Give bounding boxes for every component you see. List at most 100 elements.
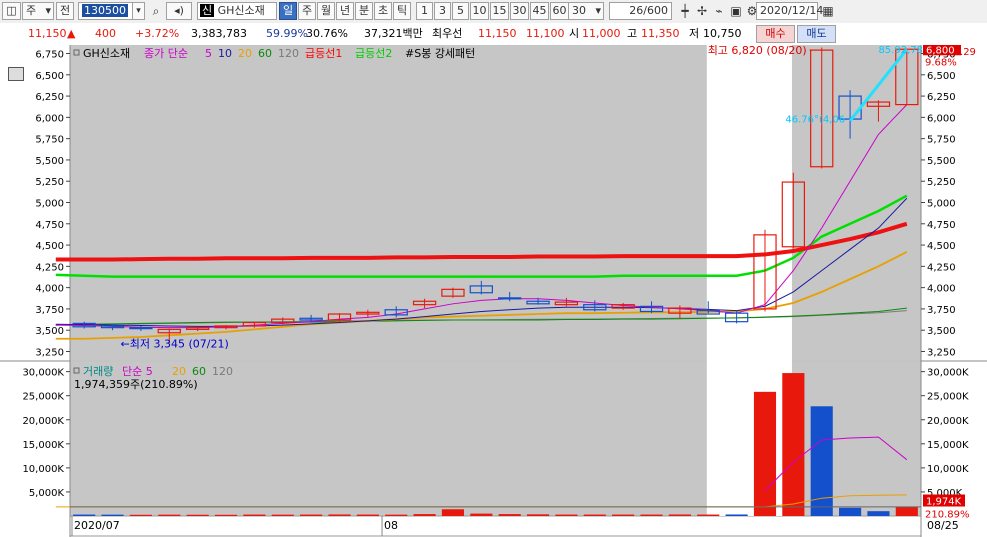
- prev-button[interactable]: 전: [56, 2, 74, 20]
- volume-bar-6: [243, 514, 266, 516]
- volume-bar-13: [441, 509, 465, 516]
- date-input[interactable]: 2020/12/14: [756, 2, 823, 20]
- volume-bar-18: [583, 514, 606, 516]
- chart-list-icon[interactable]: [8, 67, 24, 81]
- interval-button-0[interactable]: 1: [416, 2, 433, 20]
- price-tick-label-right-1: 6,500: [927, 71, 956, 82]
- sell-button[interactable]: 매도: [797, 25, 836, 43]
- price-tick-label-left-14: 3,250: [35, 347, 64, 358]
- price-tick-label-right-9: 4,500: [927, 241, 956, 252]
- price-legend-6: 120: [278, 47, 299, 60]
- price-legend-7: 급등선1: [305, 47, 342, 60]
- vol-legend-4: 120: [212, 365, 233, 378]
- price-badge-text: 6,800: [926, 45, 955, 56]
- chevron-down-icon: ▾: [45, 4, 51, 17]
- interval-button-6[interactable]: 45: [530, 2, 549, 20]
- volume-bar-2: [129, 514, 152, 516]
- vol-tick-label-left-5: 5,000K: [29, 488, 65, 499]
- volume-bar-8: [300, 514, 323, 516]
- price-tick-label-right-6: 5,250: [927, 177, 956, 188]
- interval-selector[interactable]: 30 ▾: [568, 2, 604, 20]
- interval-button-3[interactable]: 10: [470, 2, 489, 20]
- search-icon[interactable]: ⌕: [148, 3, 164, 19]
- price-tick-label-right-8: 4,750: [927, 220, 956, 231]
- vol-legend-3: 60: [192, 365, 206, 378]
- interval-button-1[interactable]: 3: [434, 2, 451, 20]
- period-tab-1[interactable]: 주: [298, 2, 316, 20]
- price-legend-3: 10: [218, 47, 232, 60]
- price-tick-label-left-5: 5,500: [35, 156, 64, 167]
- chart-add-icon[interactable]: ⌁: [711, 3, 727, 19]
- volume-bar-28: [867, 511, 890, 516]
- candle-body-15: [498, 297, 522, 300]
- period-tab-0[interactable]: 일: [279, 2, 297, 20]
- window-icon[interactable]: ◫: [2, 2, 21, 20]
- calendar-icon[interactable]: ▦: [820, 3, 836, 19]
- settings-gear-icon[interactable]: ✢: [694, 3, 710, 19]
- x-axis-strip: [69, 515, 922, 537]
- price-tick-label-left-1: 6,500: [35, 71, 64, 82]
- price-pct-label: 9.68%: [925, 57, 957, 68]
- period-tab-4[interactable]: 분: [355, 2, 373, 20]
- change-pct: +3.72%: [135, 27, 180, 40]
- volume-bar-23: [725, 514, 748, 516]
- volume-bar-16: [526, 514, 550, 516]
- vol-tick-label-left-3: 15,000K: [22, 440, 64, 451]
- price-tick-label-right-7: 5,000: [927, 199, 956, 210]
- period-selector[interactable]: 주 ▾: [22, 2, 54, 20]
- vol-tick-label-left-2: 20,000K: [22, 416, 64, 427]
- count-input[interactable]: 26/600: [609, 2, 672, 20]
- vol-tick-label-left-4: 10,000K: [22, 464, 64, 475]
- volume-bar-5: [214, 514, 238, 516]
- interval-button-5[interactable]: 30: [510, 2, 529, 20]
- angle-annotation: 46.76°(4,06: [785, 114, 845, 125]
- sound-icon[interactable]: ◂): [166, 2, 192, 20]
- volume-bar-0: [73, 514, 96, 516]
- ratio1-value: 59.99%: [266, 27, 308, 40]
- vol-legend-1: 단순 5: [122, 365, 153, 378]
- candle-type-icon[interactable]: ┿: [677, 3, 693, 19]
- low-annotation: ←최저 3,345 (07/21): [121, 337, 229, 350]
- vol-tick-label-right-1: 25,000K: [927, 392, 969, 403]
- candle-body-2: [129, 327, 153, 330]
- top-toolbar: ◫ 주▾ 전 130500 ▾ ⌕ ◂) ⋮ 신 GH신소재 일주월년분초틱 1…: [0, 0, 987, 24]
- save-icon[interactable]: ▣: [728, 3, 744, 19]
- best-bid: 11,100: [526, 27, 565, 40]
- price-tick-label-left-8: 4,750: [35, 220, 64, 231]
- volume-bar-24: [753, 391, 777, 516]
- period-tab-6[interactable]: 틱: [393, 2, 411, 20]
- volume-bar-17: [555, 514, 578, 516]
- volume-bar-25: [782, 373, 805, 516]
- volume-bar-11: [385, 514, 408, 516]
- change-arrow: ▲: [67, 27, 76, 40]
- period-tab-5[interactable]: 초: [374, 2, 392, 20]
- vol-legend-0: 거래량: [83, 365, 113, 378]
- vol-tick-label-right-3: 15,000K: [927, 440, 969, 451]
- stock-name-field[interactable]: 신 GH신소재: [197, 2, 277, 20]
- code-dropdown[interactable]: ▾: [132, 2, 145, 20]
- price-tick-label-left-10: 4,250: [35, 262, 64, 273]
- period-tab-3[interactable]: 년: [336, 2, 354, 20]
- price-tick-label-left-6: 5,250: [35, 177, 64, 188]
- vol-tick-label-right-0: 30,000K: [927, 368, 969, 379]
- vol-tick-label-left-1: 25,000K: [22, 392, 64, 403]
- low-value: 10,750: [703, 27, 742, 40]
- price-tick-label-right-13: 3,500: [927, 326, 956, 337]
- vol-tick-label-right-2: 20,000K: [927, 416, 969, 427]
- quote-bar: 11,150 ▲ 400 +3.72% 3,383,783 59.99% 30.…: [0, 23, 987, 46]
- volume-value: 3,383,783: [191, 27, 247, 40]
- vol-subtitle: 1,974,359주(210.89%): [74, 378, 198, 391]
- price-tick-label-right-12: 3,750: [927, 305, 956, 316]
- buy-button[interactable]: 매수: [756, 25, 795, 43]
- chart-frame: 6,7506,7506,5006,5006,2506,2506,0006,000…: [0, 45, 987, 537]
- high-annotation: 최고 6,820 (08/20): [708, 45, 807, 57]
- period-tab-2[interactable]: 월: [317, 2, 335, 20]
- chart-canvas[interactable]: 6,7506,7506,5006,5006,2506,2506,0006,000…: [0, 45, 987, 537]
- price-tick-label-left-11: 4,000: [35, 284, 64, 295]
- interval-button-2[interactable]: 5: [452, 2, 469, 20]
- price-tick-label-right-3: 6,000: [927, 113, 956, 124]
- vol-tick-label-right-4: 10,000K: [927, 464, 969, 475]
- interval-button-7[interactable]: 60: [550, 2, 569, 20]
- interval-button-4[interactable]: 15: [490, 2, 509, 20]
- amount-value: 37,321백만: [364, 27, 423, 40]
